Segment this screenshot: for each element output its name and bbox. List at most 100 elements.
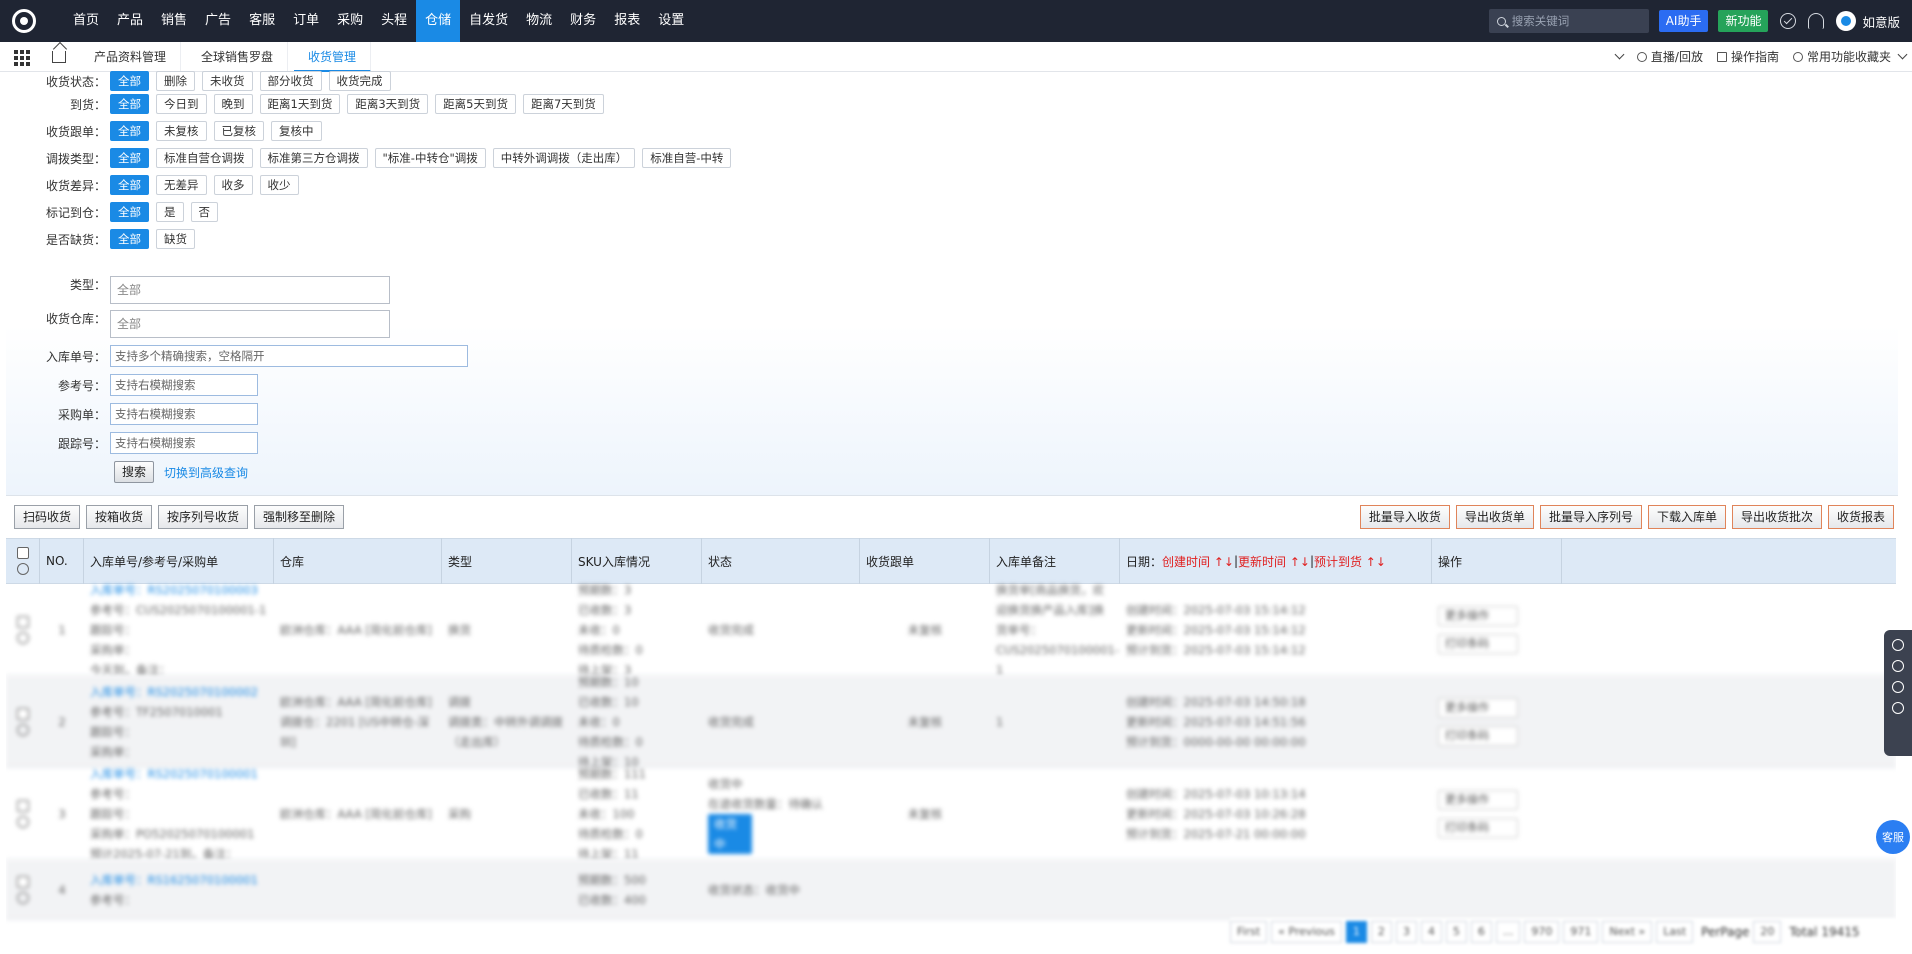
select-all-checkbox[interactable] xyxy=(16,547,29,559)
global-search-input[interactable]: 搜索关键词 xyxy=(1488,9,1649,33)
advanced-search-link[interactable]: 切换到高级查询 xyxy=(164,464,248,481)
toolbar-right-button-2[interactable]: 批量导入序列号 xyxy=(1539,505,1642,529)
ref-no-input[interactable]: 支持右模糊搜索 xyxy=(110,374,258,396)
filter-followup-option-0[interactable]: 全部 xyxy=(110,121,149,141)
filter-transfer-option-5[interactable]: 标准自营-中转 xyxy=(642,148,732,168)
chevron-down-icon[interactable] xyxy=(1897,49,1908,60)
po-no-input[interactable]: 支持右模糊搜索 xyxy=(110,403,258,425)
filter-marked-option-1[interactable]: 是 xyxy=(156,202,184,222)
filter-arrival-option-5[interactable]: 距离5天到货 xyxy=(435,94,516,114)
filter-arrival-option-0[interactable]: 全部 xyxy=(110,94,149,114)
follow-status[interactable]: 未复核 xyxy=(908,712,943,732)
toolbar-right-button-0[interactable]: 批量导入收货 xyxy=(1359,505,1450,529)
filter-shortage-option-0[interactable]: 全部 xyxy=(110,229,149,249)
toolbar-left-button-1[interactable]: 按箱收货 xyxy=(86,505,153,529)
row-expand-icon[interactable] xyxy=(17,631,29,644)
warehouse-select[interactable]: 全部 xyxy=(110,310,390,338)
nav-item-5[interactable]: 订单 xyxy=(284,0,328,42)
filter-transfer-option-3[interactable]: "标准-中转仓"调拨 xyxy=(374,148,486,168)
ops-select-1[interactable]: 打印条码 xyxy=(1438,817,1518,838)
new-features-button[interactable]: 新功能 xyxy=(1718,10,1769,32)
row-select-cell[interactable] xyxy=(6,584,40,675)
pager-item-9[interactable]: 970 xyxy=(1524,921,1560,943)
toolbar-right-button-1[interactable]: 导出收货单 xyxy=(1455,505,1534,529)
nav-item-10[interactable]: 物流 xyxy=(517,0,561,42)
nav-item-7[interactable]: 头程 xyxy=(372,0,416,42)
filter-followup-option-1[interactable]: 未复核 xyxy=(156,121,207,141)
tab-1[interactable]: 全球销售罗盘 xyxy=(187,41,289,72)
nav-item-1[interactable]: 产品 xyxy=(108,0,152,42)
filter-arrival-option-4[interactable]: 距离3天到货 xyxy=(347,94,429,114)
filter-diff-option-3[interactable]: 收少 xyxy=(259,175,299,195)
toolbar-right-button-5[interactable]: 收货报表 xyxy=(1827,505,1894,529)
message-icon[interactable] xyxy=(1892,660,1904,672)
guide-link[interactable]: 操作指南 xyxy=(1716,48,1779,65)
apps-grid-icon[interactable] xyxy=(14,49,30,66)
row-checkbox[interactable] xyxy=(17,875,29,888)
pager-item-7[interactable]: 6 xyxy=(1470,921,1492,943)
toolbar-left-button-3[interactable]: 强制移至删除 xyxy=(254,505,345,529)
nav-item-0[interactable]: 首页 xyxy=(64,0,108,42)
tracking-no-input[interactable]: 支持右模糊搜索 xyxy=(110,432,258,454)
pager-item-0[interactable]: First xyxy=(1230,921,1268,943)
nav-item-6[interactable]: 采购 xyxy=(328,0,372,42)
pager-item-12[interactable]: Last xyxy=(1656,921,1694,943)
nav-item-2[interactable]: 销售 xyxy=(152,0,196,42)
sort-link-1[interactable]: 更新时间 ↑↓ xyxy=(1238,553,1310,570)
filter-diff-option-0[interactable]: 全部 xyxy=(110,175,149,195)
filter-arrival-option-6[interactable]: 距离7天到货 xyxy=(522,94,604,114)
ops-select-0[interactable]: 更多操作 xyxy=(1438,789,1518,810)
pager-item-11[interactable]: Next » xyxy=(1602,921,1653,943)
pager-item-2[interactable]: 1 xyxy=(1345,921,1367,943)
row-checkbox[interactable] xyxy=(17,615,29,628)
nav-item-12[interactable]: 报表 xyxy=(605,0,649,42)
type-select[interactable]: 全部 xyxy=(110,276,390,304)
filter-status-option-3[interactable]: 部分收货 xyxy=(259,71,322,91)
tab-2[interactable]: 收货管理 xyxy=(294,41,372,72)
chevron-down-icon[interactable] xyxy=(1614,49,1625,60)
filter-marked-option-2[interactable]: 否 xyxy=(190,202,218,222)
nav-item-11[interactable]: 财务 xyxy=(561,0,605,42)
nav-item-4[interactable]: 客服 xyxy=(240,0,284,42)
close-icon[interactable] xyxy=(1892,702,1904,714)
user-name[interactable]: 如意版 xyxy=(1862,12,1900,31)
filter-status-option-2[interactable]: 未收货 xyxy=(202,71,253,91)
filter-status-option-0[interactable]: 全部 xyxy=(110,71,149,91)
filter-arrival-option-3[interactable]: 距离1天到货 xyxy=(259,94,341,114)
row-select-cell[interactable] xyxy=(6,860,40,919)
toolbar-right-button-4[interactable]: 导出收货批次 xyxy=(1731,505,1822,529)
live-replay-link[interactable]: 直播/回放 xyxy=(1636,48,1703,65)
nav-item-13[interactable]: 设置 xyxy=(649,0,693,42)
row-checkbox[interactable] xyxy=(17,799,29,812)
search-button[interactable]: 搜索 xyxy=(114,461,155,483)
tab-0[interactable]: 产品资料管理 xyxy=(80,41,182,72)
filter-marked-option-0[interactable]: 全部 xyxy=(110,202,149,222)
follow-status[interactable]: 未复核 xyxy=(908,620,943,640)
row-expand-icon[interactable] xyxy=(17,815,29,828)
inbound-no-input[interactable]: 支持多个精确搜索，空格隔开 xyxy=(110,345,468,367)
headset-icon[interactable] xyxy=(1808,13,1825,29)
customer-service-fab[interactable]: 客服 xyxy=(1876,820,1910,854)
row-expand-icon[interactable] xyxy=(17,723,29,736)
pager-item-5[interactable]: 4 xyxy=(1420,921,1442,943)
pager-item-10[interactable]: 971 xyxy=(1563,921,1599,943)
expand-all-icon[interactable] xyxy=(16,563,29,575)
ops-select-1[interactable]: 打印条码 xyxy=(1438,633,1518,654)
filter-transfer-option-0[interactable]: 全部 xyxy=(110,148,149,168)
pager-item-4[interactable]: 3 xyxy=(1395,921,1417,943)
side-toolbar[interactable] xyxy=(1884,630,1912,756)
pager-item-1[interactable]: « Previous xyxy=(1271,921,1342,943)
filter-followup-option-2[interactable]: 已复核 xyxy=(213,121,264,141)
perpage-input[interactable]: 20 xyxy=(1753,921,1782,943)
nav-item-8[interactable]: 仓储 xyxy=(416,0,461,42)
ops-select-0[interactable]: 更多操作 xyxy=(1438,605,1518,626)
filter-diff-option-1[interactable]: 无差异 xyxy=(156,175,207,195)
download-icon[interactable] xyxy=(1780,13,1797,29)
nav-item-3[interactable]: 广告 xyxy=(196,0,240,42)
pager-item-8[interactable]: ... xyxy=(1495,921,1521,943)
filter-transfer-option-4[interactable]: 中转外调调拨（走出库） xyxy=(492,148,636,168)
filter-followup-option-3[interactable]: 复核中 xyxy=(271,121,322,141)
toolbar-left-button-0[interactable]: 扫码收货 xyxy=(14,505,81,529)
filter-arrival-option-2[interactable]: 晚到 xyxy=(213,94,253,114)
headset-icon[interactable] xyxy=(1892,639,1904,651)
